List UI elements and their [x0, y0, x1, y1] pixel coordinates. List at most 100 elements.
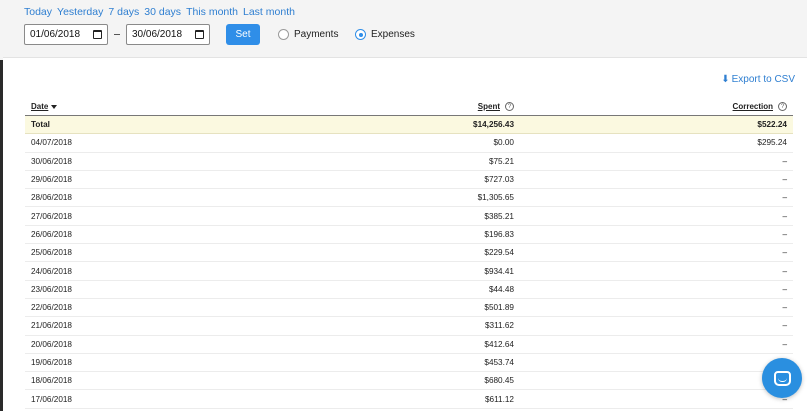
column-header-date[interactable]: Date [31, 102, 314, 111]
row-correction: – [782, 156, 787, 166]
calendar-icon[interactable] [93, 30, 102, 39]
radio-expenses-label: Expenses [371, 29, 415, 40]
date-range-separator [114, 34, 120, 35]
total-correction: $522.24 [757, 120, 787, 130]
row-correction: – [782, 266, 787, 276]
row-spent: $229.54 [484, 248, 514, 258]
table-row: 29/06/2018 $727.03 – [25, 171, 793, 190]
row-date: 25/06/2018 [31, 248, 72, 258]
row-correction: – [514, 358, 787, 367]
row-correction: – [782, 394, 787, 404]
date-from-input[interactable]: 01/06/2018 [24, 24, 108, 45]
row-spent: $196.83 [484, 229, 514, 239]
table-row: 19/06/2018 $453.74– [25, 354, 793, 373]
row-date: 24/06/2018 [31, 266, 72, 276]
radio-payments[interactable]: Payments [278, 29, 338, 40]
row-correction: – [782, 303, 787, 313]
row-correction: – [782, 339, 787, 349]
table-row: 27/06/2018 $385.21 – [25, 207, 793, 226]
quick-link-today[interactable]: Today [24, 6, 52, 18]
row-spent: $75.21 [488, 156, 514, 166]
radio-expenses-circle[interactable] [355, 29, 366, 40]
row-spent: $1,305.65 [477, 193, 514, 203]
row-correction: – [782, 229, 787, 239]
row-date: 21/06/2018 [31, 321, 72, 331]
table-row: 20/06/2018 $412.64 – [25, 336, 793, 354]
table-row: 17/06/2018 $611.12 – [25, 390, 793, 409]
total-spent: $14,256.43 [473, 120, 514, 130]
table-row: 22/06/2018 $501.89 – [25, 299, 793, 318]
table-row: 24/06/2018 $934.41 – [25, 262, 793, 281]
sort-caret-icon [51, 104, 58, 109]
calendar-icon[interactable] [195, 30, 204, 39]
row-date: 19/06/2018 [31, 358, 72, 367]
date-to-value: 30/06/2018 [132, 29, 183, 40]
export-csv-link[interactable]: ⬇ Export to CSV [721, 74, 795, 85]
table-row: 28/06/2018 $1,305.65 – [25, 189, 793, 208]
left-edge [0, 0, 3, 411]
set-button[interactable]: Set [226, 24, 260, 45]
quick-link-30-days[interactable]: 30 days [144, 6, 181, 18]
quick-link-last-month[interactable]: Last month [243, 6, 295, 18]
expenses-table: Date Spent? Correction? Total $14,256.43… [25, 98, 793, 409]
row-spent: $680.45 [484, 376, 514, 386]
radio-payments-label: Payments [294, 29, 339, 40]
row-date: 23/06/2018 [31, 284, 72, 294]
table-row: 21/06/2018 $311.62 – [25, 317, 793, 336]
table-row: 18/06/2018 $680.45– [25, 372, 793, 391]
row-correction: – [782, 248, 787, 258]
chat-launcher-button[interactable] [762, 358, 802, 398]
row-correction: – [782, 211, 787, 221]
row-correction: – [782, 321, 787, 331]
filter-bar: Today Yesterday 7 days 30 days This mont… [3, 0, 807, 58]
date-to-input[interactable]: 30/06/2018 [126, 24, 210, 45]
row-correction: – [514, 376, 787, 385]
row-date: 29/06/2018 [31, 175, 72, 185]
export-csv-label: Export to CSV [731, 74, 795, 85]
row-spent: $611.12 [485, 394, 514, 404]
row-date: 18/06/2018 [31, 376, 72, 386]
row-date: 17/06/2018 [31, 394, 72, 404]
row-date: 26/06/2018 [31, 229, 72, 239]
table-row: 30/06/2018 $75.21 – [25, 153, 793, 171]
row-correction: $295.24 [757, 138, 787, 148]
row-date: 30/06/2018 [31, 156, 72, 166]
row-spent: $0.00 [493, 138, 515, 148]
row-correction: – [782, 284, 787, 294]
quick-link-7-days[interactable]: 7 days [108, 6, 139, 18]
row-spent: $934.41 [484, 266, 514, 276]
row-correction: – [782, 175, 787, 185]
chat-icon [773, 370, 791, 386]
row-spent: $44.48 [488, 284, 514, 294]
row-spent: $727.03 [484, 175, 514, 185]
row-date: 22/06/2018 [31, 303, 72, 313]
table-row: 25/06/2018 $229.54 – [25, 244, 793, 263]
row-spent: $412.64 [484, 339, 514, 349]
row-date: 27/06/2018 [31, 211, 72, 221]
row-spent: $453.74 [484, 358, 514, 367]
column-header-spent[interactable]: Spent? [314, 102, 514, 112]
row-spent: $501.89 [484, 303, 514, 313]
row-spent: $311.62 [485, 321, 514, 331]
table-row: 23/06/2018 $44.48 – [25, 281, 793, 299]
table-header: Date Spent? Correction? [25, 98, 793, 116]
quick-links: Today Yesterday 7 days 30 days This mont… [24, 6, 295, 18]
quick-link-yesterday[interactable]: Yesterday [57, 6, 103, 18]
row-date: 04/07/2018 [31, 138, 72, 148]
total-row: Total $14,256.43 $522.24 [25, 116, 793, 135]
column-header-correction[interactable]: Correction? [514, 102, 787, 112]
row-correction: – [782, 193, 787, 203]
table-row: 04/07/2018 $0.00 $295.24 [25, 134, 793, 153]
row-date: 28/06/2018 [31, 193, 72, 203]
date-range: 01/06/2018 30/06/2018 Set [24, 24, 260, 45]
help-icon[interactable]: ? [778, 102, 787, 112]
radio-payments-circle[interactable] [278, 29, 289, 40]
table-row: 26/06/2018 $196.83 – [25, 226, 793, 245]
help-icon[interactable]: ? [505, 102, 514, 112]
row-spent: $385.21 [484, 211, 514, 221]
date-from-value: 01/06/2018 [30, 29, 81, 40]
row-date: 20/06/2018 [31, 339, 72, 349]
quick-link-this-month[interactable]: This month [186, 6, 238, 18]
download-icon: ⬇ [721, 73, 730, 85]
radio-expenses[interactable]: Expenses [355, 29, 415, 40]
